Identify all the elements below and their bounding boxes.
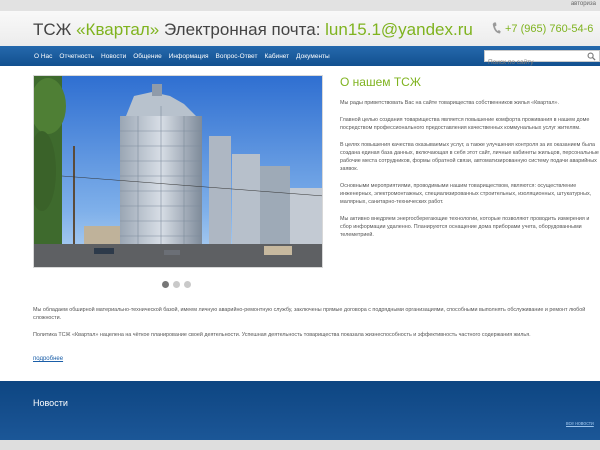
about-paragraph: Мы активно внедряем энергосберегающие те… [340,216,590,238]
nav-item[interactable]: Вопрос-Ответ [216,53,258,60]
search-icon[interactable] [587,52,596,61]
brand-name: «Квартал» [76,20,160,39]
login-link[interactable]: авториза [571,1,596,7]
nav-item[interactable]: Документы [296,53,330,60]
body-paragraph: Мы обладаем обширной материально-техниче… [33,307,586,321]
nav-item[interactable]: Новости [101,53,126,60]
about-heading: О нашем ТСЖ [340,75,421,89]
site-header: ТСЖ «Квартал» Электронная почта: lun15.1… [0,11,600,46]
page: авториза ТСЖ «Квартал» Электронная почта… [0,0,600,450]
slider-dot[interactable] [162,281,169,288]
full-width-text: Мы обладаем обширной материально-техниче… [33,306,600,348]
phone-number: +7 (965) 760-54-6 [492,22,593,35]
nav-item[interactable]: Общение [133,53,162,60]
slider-dot[interactable] [173,281,180,288]
phone-icon [492,22,501,34]
slider-dots [162,281,195,288]
main-nav: О Нас Отчетность Новости Общение Информация В… [0,46,600,68]
image-slider[interactable] [33,75,323,268]
about-paragraph: Основными мероприятиями, проводимыми наш… [340,183,592,205]
about-paragraph: В целях повышения качества оказываемых у… [340,142,599,172]
about-paragraph: Главной целью создания товарищества явля… [340,117,590,131]
nav-item[interactable]: Кабинет [264,53,289,60]
site-title: ТСЖ «Квартал» Электронная почта: lun15.1… [33,20,473,40]
title-prefix: ТСЖ [33,20,77,39]
nav-item[interactable]: Информация [169,53,209,60]
search-box [484,50,600,68]
building-photo [34,76,322,267]
about-section: О нашем ТСЖ Мы рады приветствовать Вас н… [340,75,600,248]
email-link[interactable]: lun15.1@yandex.ru [325,20,473,39]
bottom-strip [0,440,600,450]
slider-dot[interactable] [184,281,191,288]
top-bar: авториза [0,0,600,11]
about-paragraph: Мы рады приветствовать Вас на сайте това… [340,100,560,106]
body-paragraph: Политика ТСЖ «Квартал» нацелена на чётко… [33,332,531,338]
read-more-link[interactable]: подробнее [33,356,63,362]
news-title: Новости [33,398,68,408]
nav-item[interactable]: О Нас [34,53,52,60]
search-input[interactable] [485,57,585,68]
email-label: Электронная почта: [159,20,326,39]
all-news-link[interactable]: все новости [566,421,594,427]
nav-item[interactable]: Отчетность [59,53,94,60]
